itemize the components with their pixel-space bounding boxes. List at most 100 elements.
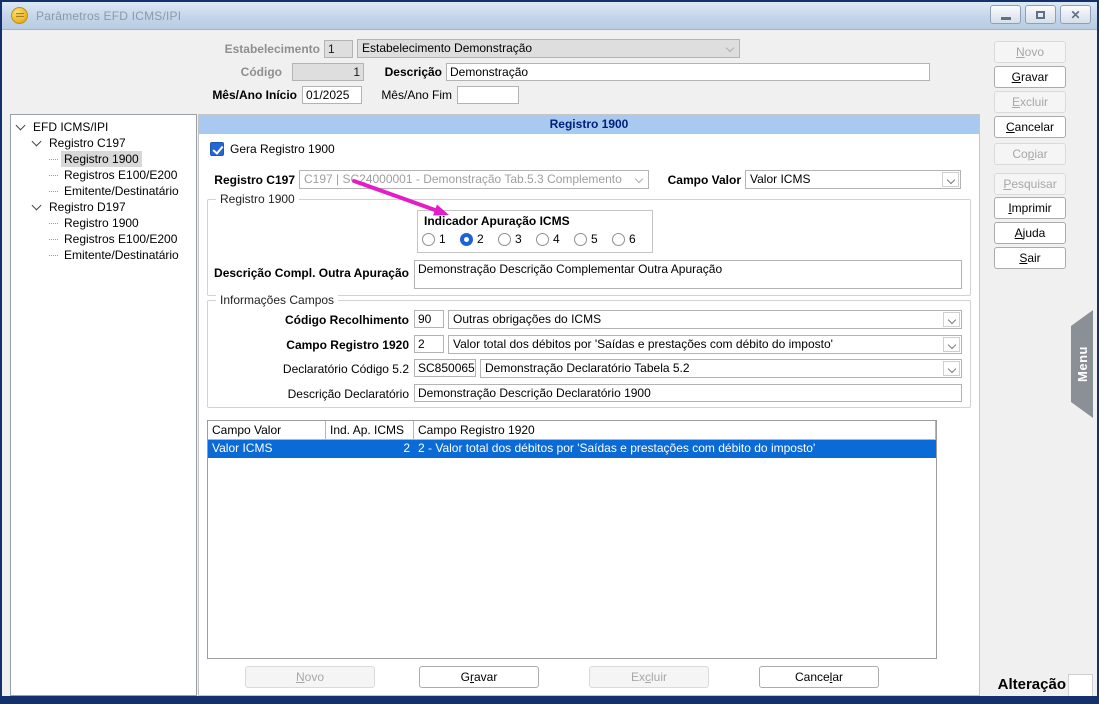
info-desc-combo[interactable]: Demonstração Declaratório Tabela 5.2	[480, 359, 962, 378]
tree-item-registros-e100-e200[interactable]: Registros E100/E200	[11, 231, 196, 247]
combo-arrow	[943, 312, 960, 327]
tree-connector	[49, 223, 58, 224]
tree-item-label: Emitente/Destinatário	[61, 247, 182, 263]
app-icon	[11, 7, 28, 24]
gravar-button-bottom[interactable]: Gravar	[419, 666, 539, 688]
indicador-apuracao-radios: 123456	[422, 232, 650, 246]
descricao-compl-field[interactable]: Demonstração Descrição Complementar Outr…	[414, 260, 962, 289]
registro-c197-combo[interactable]: C197 | SC24000001 - Demonstração Tab.5.3…	[299, 170, 649, 189]
imprimir-button-side[interactable]: Imprimir	[994, 197, 1066, 219]
campo-valor-label: Campo Valor	[657, 172, 741, 188]
chevron-down-icon	[948, 316, 956, 324]
registro-1900-group-title: Registro 1900	[216, 192, 299, 207]
radio-icon	[460, 233, 473, 246]
maximize-button[interactable]	[1025, 5, 1056, 24]
tree-expand-icon[interactable]	[16, 121, 26, 131]
table-header-cell[interactable]: Campo Valor	[208, 421, 326, 439]
cell-campo-registro-1920: 2 - Valor total dos débitos por 'Saídas …	[414, 440, 936, 458]
maximize-icon	[1036, 11, 1045, 19]
codigo-field: 1	[292, 63, 364, 81]
info-code-field[interactable]: 90	[414, 310, 444, 328]
estabelecimento-combo[interactable]: Estabelecimento Demonstração	[357, 39, 740, 58]
estabelecimento-code-field: 1	[324, 40, 353, 58]
ajuda-button-side[interactable]: Ajuda	[994, 222, 1066, 244]
indicador-apuracao-label: Indicador Apuração ICMS	[424, 213, 570, 229]
close-button[interactable]: ✕	[1060, 5, 1091, 24]
minimize-icon	[1001, 17, 1011, 20]
gera-registro-1900-checkbox[interactable]	[210, 142, 224, 156]
tree-item-registros-e100-e200[interactable]: Registros E100/E200	[11, 167, 196, 183]
mes-ano-fim-label: Mês/Ano Fim	[372, 87, 452, 103]
radio-option-5[interactable]: 5	[574, 232, 612, 246]
registros-table[interactable]: Campo ValorInd. Ap. ICMSCampo Registro 1…	[207, 420, 937, 659]
table-row[interactable]: Valor ICMS22 - Valor total dos débitos p…	[208, 440, 936, 458]
table-header-cell[interactable]: Campo Registro 1920	[414, 421, 936, 439]
tree-item-label: Registros E100/E200	[61, 167, 180, 183]
registro-1900-panel: Registro 1900 Gera Registro 1900 Registr…	[198, 114, 980, 696]
radio-label: 1	[439, 232, 446, 246]
copiar-button-side: Copiar	[994, 143, 1066, 165]
top-form: Estabelecimento 1 Estabelecimento Demons…	[2, 30, 1097, 112]
registro-1900-groupbox: Registro 1900 Indicador Apuração ICMS 12…	[207, 199, 971, 296]
tree-item-emitente-destinat-rio[interactable]: Emitente/Destinatário	[11, 247, 196, 263]
radio-label: 5	[591, 232, 598, 246]
descricao-field[interactable]: Demonstração	[446, 63, 930, 81]
info-desc-combo[interactable]: Outras obrigações do ICMS	[448, 310, 962, 329]
sair-button-side[interactable]: Sair	[994, 247, 1066, 269]
window-controls: ✕	[990, 5, 1091, 24]
cancelar-button-bottom[interactable]: Cancelar	[759, 666, 879, 688]
tree-item-registro-1900[interactable]: Registro 1900	[11, 151, 196, 167]
radio-icon	[536, 233, 549, 246]
tree-item-registro-d197[interactable]: Registro D197	[11, 199, 196, 215]
mes-ano-inicio-field[interactable]: 01/2025	[302, 86, 362, 104]
informacoes-campos-title: Informações Campos	[216, 293, 338, 308]
info-row-label: Declaratório Código 5.2	[208, 361, 409, 377]
estabelecimento-label: Estabelecimento	[182, 41, 320, 57]
tree-expand-icon[interactable]	[32, 201, 42, 211]
radio-option-2[interactable]: 2	[460, 232, 498, 246]
close-icon: ✕	[1070, 9, 1080, 21]
radio-option-4[interactable]: 4	[536, 232, 574, 246]
menu-tab-label: Menu	[1075, 346, 1090, 382]
tree-item-emitente-destinat-rio[interactable]: Emitente/Destinatário	[11, 183, 196, 199]
radio-option-1[interactable]: 1	[422, 232, 460, 246]
title-bar: Parâmetros EFD ICMS/IPI ✕	[2, 2, 1097, 30]
tree-item-registro-c197[interactable]: Registro C197	[11, 135, 196, 151]
info-code-field[interactable]: 2	[414, 335, 444, 353]
info-row-label: Código Recolhimento	[208, 312, 409, 328]
radio-option-6[interactable]: 6	[612, 232, 650, 246]
mes-ano-inicio-label: Mês/Ano Início	[182, 87, 297, 103]
tree-connector	[49, 175, 58, 176]
info-code-field[interactable]: SC850065	[414, 359, 476, 377]
cell-campo-valor: Valor ICMS	[208, 440, 326, 458]
tree-item-label: Registro 1900	[61, 215, 142, 231]
combo-arrow	[943, 361, 960, 376]
chevron-down-icon	[948, 341, 956, 349]
radio-label: 3	[515, 232, 522, 246]
registro-c197-label: Registro C197	[199, 172, 295, 188]
radio-option-3[interactable]: 3	[498, 232, 536, 246]
tree-item-label: Emitente/Destinatário	[61, 183, 182, 199]
menu-tab[interactable]: Menu	[1071, 310, 1093, 418]
gravar-button-side[interactable]: Gravar	[994, 66, 1066, 88]
tree-item-registro-1900[interactable]: Registro 1900	[11, 215, 196, 231]
chevron-down-icon	[947, 176, 955, 184]
tree-item-efd-icms-ipi[interactable]: EFD ICMS/IPI	[11, 119, 196, 135]
minimize-button[interactable]	[990, 5, 1021, 24]
table-header-cell[interactable]: Ind. Ap. ICMS	[326, 421, 414, 439]
codigo-label: Código	[182, 64, 282, 80]
campo-valor-combo[interactable]: Valor ICMS	[745, 170, 961, 189]
tree-expand-icon[interactable]	[32, 137, 42, 147]
mes-ano-fim-field[interactable]	[457, 86, 519, 104]
info-row-label: Descrição Declaratório	[208, 386, 409, 402]
chevron-down-icon	[726, 44, 734, 52]
radio-label: 2	[477, 232, 484, 246]
info-desc-combo[interactable]: Valor total dos débitos por 'Saídas e pr…	[448, 335, 962, 354]
radio-icon	[498, 233, 511, 246]
table-header: Campo ValorInd. Ap. ICMSCampo Registro 1…	[208, 421, 936, 440]
window-title: Parâmetros EFD ICMS/IPI	[36, 9, 181, 23]
tree-item-label: Registro C197	[46, 135, 129, 151]
cancelar-button-side[interactable]: Cancelar	[994, 116, 1066, 138]
info-desc-field[interactable]: Demonstração Descrição Declaratório 1900	[414, 384, 962, 402]
tree-connector	[49, 239, 58, 240]
